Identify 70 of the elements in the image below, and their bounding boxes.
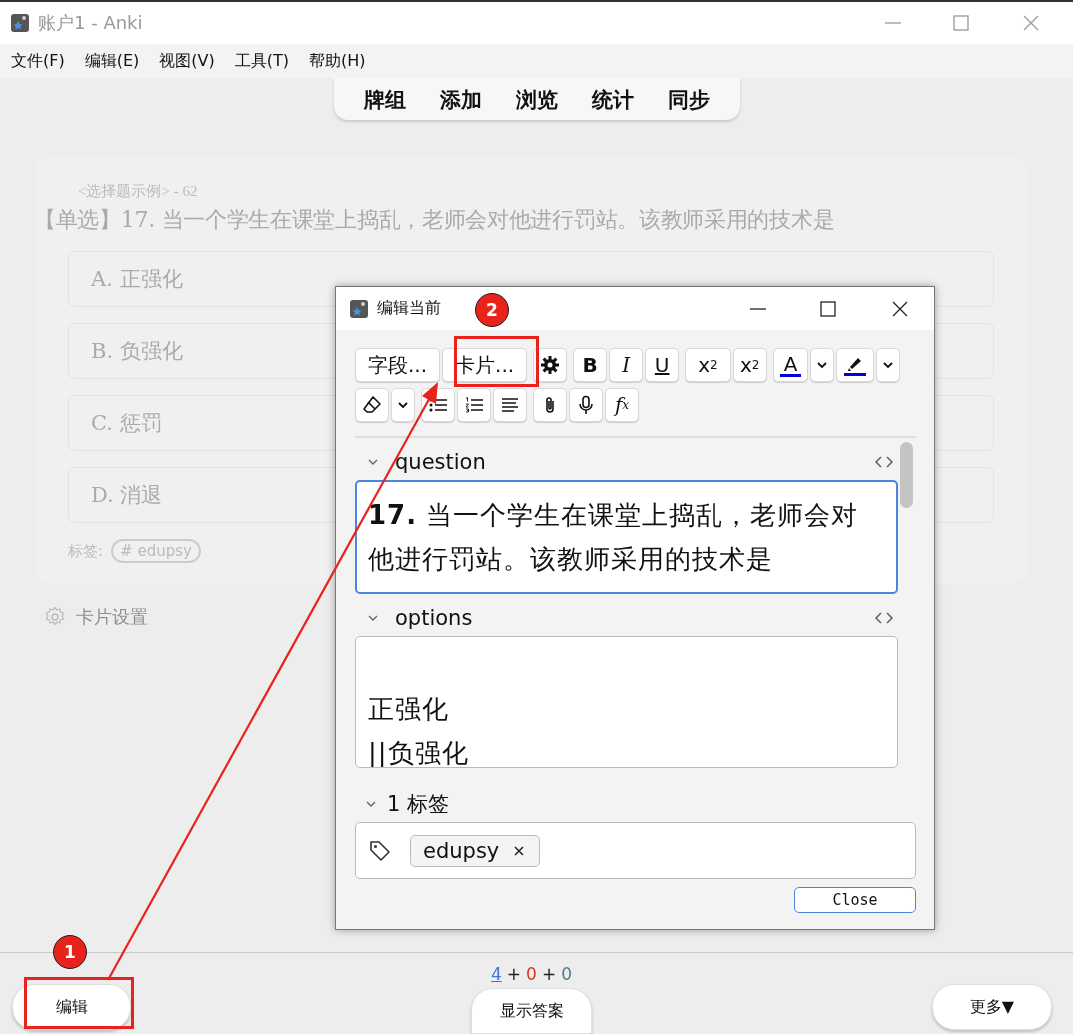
minimize-icon [750,307,766,310]
nav-link[interactable]: 同步 [667,86,710,114]
show-answer-button[interactable]: 显示答案 [471,988,592,1034]
highlight-button[interactable] [836,348,875,382]
eraser-icon [362,395,382,415]
close-button[interactable]: Close [794,887,916,913]
more-button[interactable]: 更多▼ [932,984,1052,1030]
nav-link[interactable]: 浏览 [515,86,558,114]
nav-link[interactable]: 添加 [439,86,482,114]
caret-icon [882,359,895,371]
toolbar-button[interactable] [493,388,527,422]
remove-icon [513,844,526,857]
option-text: B. 负强化 [91,338,183,365]
caret-icon [816,359,829,371]
settings-icon [44,606,66,628]
tag-icon [368,838,392,863]
microphone-icon [576,395,596,415]
menu-item[interactable]: 编辑(E) [84,50,140,72]
close-icon [1021,13,1041,33]
count-text: 4 [491,964,502,984]
count-text: + [506,964,522,984]
toolbar-button[interactable]: x$^{2}$ [685,348,731,382]
align-left-icon [500,395,520,415]
text-color-button[interactable]: A [772,348,809,382]
html-editor-icon [874,611,894,625]
option-text: D. 消退 [91,482,163,509]
dropdown-button[interactable] [810,348,835,382]
field-label: options [395,606,473,630]
minimize-icon [885,22,901,24]
dropdown-button[interactable] [391,388,415,422]
scrollbar-thumb[interactable] [900,442,913,508]
numbered-list-icon [464,395,484,415]
nav-link[interactable]: 牌组 [363,86,406,114]
caret-icon [397,399,409,411]
question-type-label: 【单选】 [34,206,121,234]
toolbar-button[interactable] [355,388,389,422]
html-editor-icon [874,455,894,469]
option-text: C. 惩罚 [91,410,162,437]
menu-item[interactable]: 文件(F) [11,50,65,72]
count-text: 0 [561,964,572,984]
tag-text: edupsy [423,838,500,863]
menu-item[interactable]: 视图(V) [159,50,215,72]
nav-link[interactable]: 统计 [591,86,634,114]
gear-icon [540,355,561,375]
count-text: 0 [526,964,537,984]
maximize-icon [818,298,838,319]
italic-button[interactable]: I [609,348,644,382]
option-text: A. 正强化 [91,266,183,293]
bold-button[interactable]: B [573,348,608,382]
toolbar-button[interactable]: 字段... [355,348,441,382]
underline-button[interactable]: U [645,348,680,382]
maximize-icon [951,13,971,33]
toolbar-button[interactable] [533,388,567,422]
question-text: 17. 当一个学生在课堂上捣乱，老师会对他进行罚站。该教师采用的技术是 [120,206,835,234]
toolbar-button[interactable]: 卡片... [442,348,528,382]
menu-item[interactable]: 工具(T) [234,50,289,72]
field-editor[interactable]: 17. 当一个学生在课堂上捣乱，老师会对他进行罚站。该教师采用的技术是 [355,480,898,594]
tags-header: 1 标签 [387,791,450,818]
toolbar-button[interactable] [457,388,491,422]
toolbar-button[interactable] [569,388,603,422]
app-icon [349,298,369,319]
tag-editor[interactable]: edupsy [355,822,916,879]
count-text: + [541,964,557,984]
window-title: 账户1 - Anki [38,11,143,35]
field-label: question [395,450,486,474]
menu-item[interactable]: 帮助(H) [309,50,366,72]
annotation-badge: 1 [53,935,87,969]
toolbar-button[interactable] [533,348,568,382]
dropdown-button[interactable] [876,348,901,382]
app-icon [10,13,30,33]
